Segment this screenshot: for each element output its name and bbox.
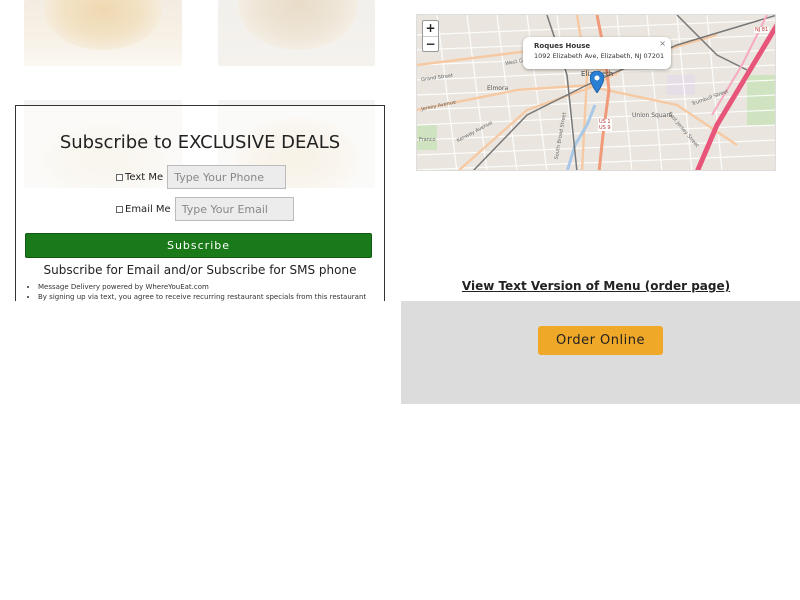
food-image [24, 0, 182, 66]
email-me-checkbox[interactable] [116, 205, 123, 213]
subscribe-description: Subscribe for Email and/or Subscribe for… [43, 263, 357, 277]
text-me-row: Text Me Type Your Phone [116, 165, 287, 189]
subscribe-title: Subscribe to EXCLUSIVE DEALS [59, 132, 341, 153]
highway-shield: NJ 81 [754, 27, 770, 33]
text-me-checkbox[interactable] [116, 173, 123, 181]
text-me-label: Text Me [125, 171, 164, 183]
note-item: By signing up via text, you agree to rec… [38, 292, 378, 301]
email-me-row: Email Me Type Your Email [116, 197, 294, 221]
phone-input[interactable]: Type Your Phone [167, 165, 287, 189]
subscribe-notes: Message Delivery powered by WhereYouEat.… [38, 282, 378, 301]
popup-restaurant-name: Roques House [534, 42, 591, 50]
email-me-option[interactable]: Email Me [116, 204, 171, 215]
order-panel: Order Online [401, 301, 800, 404]
phone-placeholder: Type Your Phone [174, 170, 265, 184]
food-image [218, 0, 375, 66]
location-map[interactable]: Elmora Elizabeth Union Square Grand Stre… [416, 14, 776, 171]
zoom-control: + − [422, 20, 439, 52]
order-online-button[interactable]: Order Online [538, 326, 663, 355]
email-me-label: Email Me [125, 203, 171, 215]
email-placeholder: Type Your Email [181, 202, 268, 216]
subscribe-button[interactable]: Subscribe [25, 233, 372, 258]
popup-close-icon[interactable]: × [659, 39, 666, 48]
map-marker-icon[interactable] [590, 71, 604, 93]
text-menu-link[interactable]: View Text Version of Menu (order page) [401, 279, 791, 293]
note-item: Message Delivery powered by WhereYouEat.… [38, 282, 378, 292]
text-me-option[interactable]: Text Me [116, 172, 163, 183]
zoom-out-button[interactable]: − [423, 36, 438, 51]
subscribe-panel: Subscribe to EXCLUSIVE DEALS Text Me Typ… [15, 105, 385, 301]
map-label: Franco [419, 137, 436, 143]
email-input[interactable]: Type Your Email [174, 197, 294, 221]
map-popup: Roques House 1092 Elizabeth Ave, Elizabe… [523, 37, 671, 69]
zoom-in-button[interactable]: + [423, 21, 438, 36]
highway-shield: US 9 [598, 125, 612, 131]
map-label: Elmora [487, 85, 509, 92]
popup-address: 1092 Elizabeth Ave, Elizabeth, NJ 07201 [534, 52, 665, 60]
